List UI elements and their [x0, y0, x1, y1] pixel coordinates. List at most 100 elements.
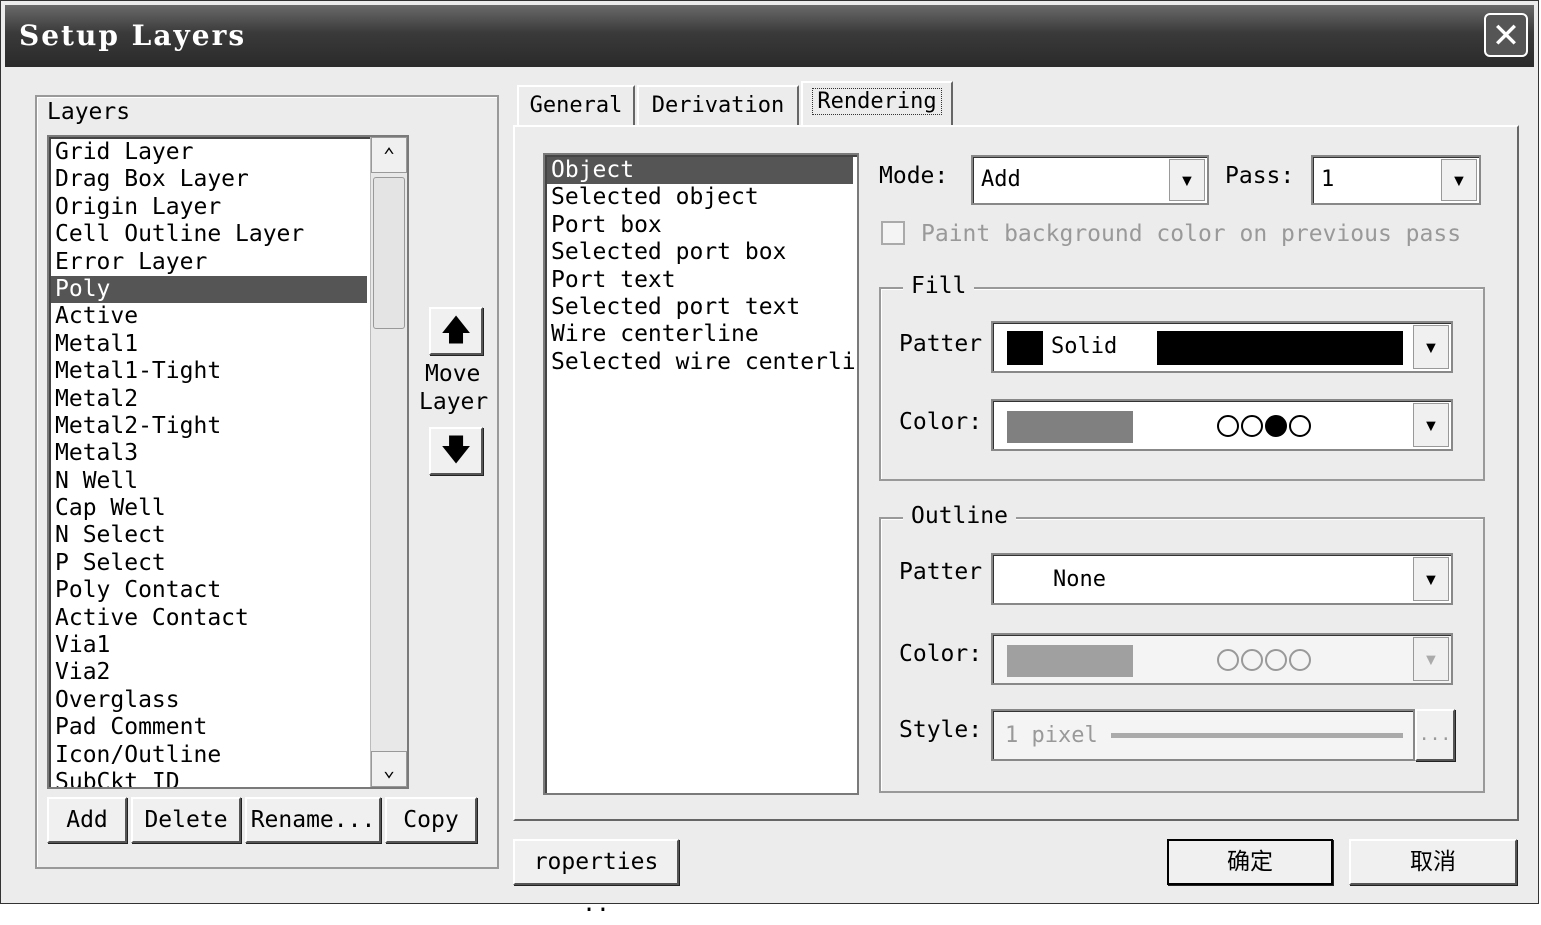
properties-button[interactable]: roperties .. — [513, 839, 679, 917]
solid-pattern-preview — [1157, 331, 1403, 365]
render-object-item[interactable]: Object — [547, 157, 853, 185]
layer-list-item[interactable]: Active — [51, 303, 367, 330]
ok-button[interactable]: 确定 — [1167, 839, 1333, 885]
outline-color-swatch — [1007, 645, 1133, 677]
fill-color-dots-icon — [1217, 413, 1313, 438]
layer-list-item[interactable]: Error Layer — [51, 249, 367, 276]
layer-list-item[interactable]: Origin Layer — [51, 194, 367, 221]
paint-bg-checkbox[interactable] — [881, 221, 905, 245]
render-object-item[interactable]: Wire centerline — [547, 321, 853, 348]
layer-list-item[interactable]: Icon/Outline — [51, 742, 367, 769]
layer-list-item[interactable]: SubCkt ID — [51, 769, 367, 787]
style-browse-button[interactable]: ... — [1415, 709, 1455, 761]
color-dot-icon — [1241, 649, 1263, 671]
render-object-item[interactable]: Selected wire centerline — [547, 349, 857, 376]
outline-pattern-value: None — [1053, 567, 1106, 592]
cancel-label: 取消 — [1410, 849, 1456, 875]
render-object-item[interactable]: Port text — [547, 267, 853, 294]
scroll-down-icon[interactable]: ⌄ — [371, 751, 407, 787]
layer-list-item[interactable]: Overglass — [51, 687, 367, 714]
color-dot-icon — [1289, 415, 1311, 437]
fill-color-swatch — [1007, 411, 1133, 443]
cancel-button[interactable]: 取消 — [1349, 839, 1517, 885]
add-label: Add — [66, 807, 108, 833]
chevron-down-icon[interactable] — [1441, 159, 1477, 201]
setup-layers-dialog: Setup Layers ✕ Layers Grid Layer Drag Box… — [0, 0, 1539, 917]
color-dot-icon — [1217, 415, 1239, 437]
layers-listbox[interactable]: Grid Layer Drag Box Layer Origin Layer Cell… — [47, 135, 409, 789]
color-dot-icon — [1265, 649, 1287, 671]
tab-rendering[interactable]: Rendering — [801, 81, 953, 127]
layer-list-item[interactable]: Pad Comment — [51, 714, 367, 741]
fill-pattern-value: Solid — [1051, 334, 1118, 359]
render-object-item[interactable]: Selected port text — [547, 294, 853, 321]
layer-list-item[interactable]: Metal1-Tight — [51, 358, 367, 385]
layer-list-item[interactable]: Metal1 — [51, 331, 367, 358]
tab-general[interactable]: General — [517, 85, 635, 125]
tab-derivation-label: Derivation — [651, 93, 785, 118]
layer-list-item[interactable]: Drag Box Layer — [51, 166, 367, 193]
pass-value: 1 — [1321, 167, 1335, 192]
tab-derivation[interactable]: Derivation — [637, 85, 799, 125]
copy-label: Copy — [403, 807, 459, 833]
layer-list-item[interactable]: P Select — [51, 550, 367, 577]
layer-list-item[interactable]: N Well — [51, 468, 367, 495]
rename-layer-button[interactable]: Rename... — [245, 797, 381, 843]
outline-group-label: Outline — [903, 503, 1016, 529]
color-dot-icon — [1241, 415, 1263, 437]
add-layer-button[interactable]: Add — [47, 797, 127, 843]
chevron-down-icon[interactable] — [1413, 325, 1449, 369]
close-icon[interactable]: ✕ — [1484, 13, 1528, 57]
title-bar: Setup Layers ✕ — [5, 5, 1534, 67]
outline-pattern-label: Patter — [899, 559, 983, 585]
layer-list-item[interactable]: Via1 — [51, 632, 367, 659]
scroll-thumb[interactable] — [373, 177, 405, 329]
mode-label: Mode: — [879, 163, 949, 189]
layer-list-item[interactable]: Poly — [51, 275, 367, 304]
layer-list-item[interactable]: Via2 — [51, 659, 367, 686]
mode-select[interactable]: Add — [971, 155, 1209, 205]
fill-pattern-label: Patter — [899, 331, 983, 357]
render-object-item[interactable]: Port box — [547, 212, 853, 239]
fill-group-label: Fill — [903, 273, 975, 299]
layer-list-item[interactable]: Grid Layer — [51, 139, 367, 166]
fill-pattern-select[interactable]: Solid — [991, 321, 1453, 373]
move-layer-down-icon[interactable]: 🡇 — [429, 427, 483, 475]
layers-scrollbar[interactable]: ⌃ ⌄ — [370, 137, 407, 787]
layer-list-item[interactable]: Cell Outline Layer — [51, 221, 367, 248]
delete-layer-button[interactable]: Delete — [131, 797, 241, 843]
layer-list-item[interactable]: Poly Contact — [51, 577, 367, 604]
layer-list-item[interactable]: Metal2-Tight — [51, 413, 367, 440]
outline-style-field[interactable]: 1 pixel — [991, 709, 1415, 761]
outline-color-dots-icon — [1217, 647, 1313, 672]
scroll-up-icon[interactable]: ⌃ — [371, 137, 407, 173]
layer-list-item[interactable]: Metal2 — [51, 386, 367, 413]
chevron-down-icon[interactable] — [1413, 637, 1449, 681]
chevron-down-icon[interactable] — [1413, 557, 1449, 601]
window-title: Setup Layers — [19, 19, 247, 52]
chevron-down-icon[interactable] — [1413, 403, 1449, 447]
layer-label: Layer — [419, 389, 489, 415]
move-layer-up-icon[interactable]: 🡅 — [429, 307, 483, 355]
chevron-down-icon[interactable] — [1169, 159, 1205, 201]
render-object-item[interactable]: Selected object — [547, 184, 853, 211]
line-style-preview — [1111, 733, 1403, 738]
render-object-item[interactable]: Selected port box — [547, 239, 853, 266]
color-dot-icon — [1265, 415, 1287, 437]
layer-list-item[interactable]: Cap Well — [51, 495, 367, 522]
pass-select[interactable]: 1 — [1311, 155, 1481, 205]
layer-list-item[interactable]: Active Contact — [51, 605, 367, 632]
outline-pattern-select[interactable]: None — [991, 553, 1453, 605]
fill-color-select[interactable] — [991, 399, 1453, 451]
render-objects-listbox[interactable]: Object Selected object Port box Selected po… — [543, 153, 859, 795]
outline-style-label: Style: — [899, 717, 983, 743]
layer-list-item[interactable]: Metal3 — [51, 440, 367, 467]
pass-label: Pass: — [1225, 163, 1295, 189]
layer-list-item[interactable]: N Select — [51, 522, 367, 549]
paint-bg-label: Paint background color on previous pass — [921, 221, 1462, 247]
copy-layer-button[interactable]: Copy — [385, 797, 477, 843]
mode-value: Add — [981, 167, 1021, 192]
outline-color-select[interactable] — [991, 633, 1453, 685]
layers-group-label: Layers — [39, 99, 139, 125]
solid-pattern-icon — [1007, 331, 1043, 365]
